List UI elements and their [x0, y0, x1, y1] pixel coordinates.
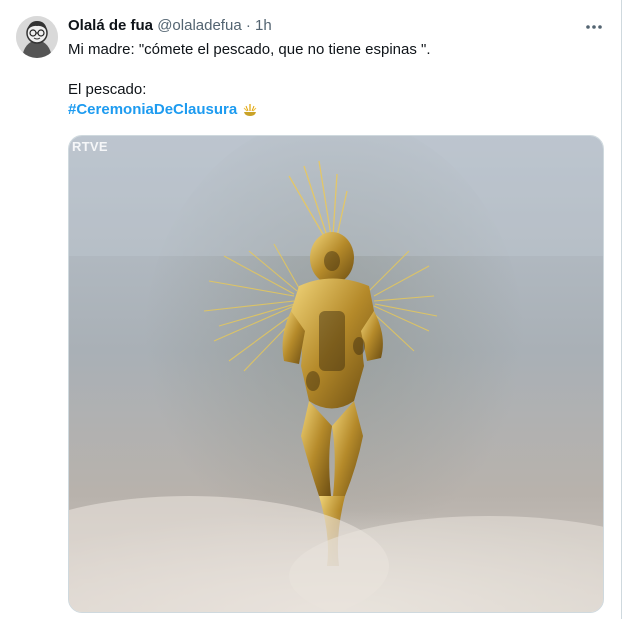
avatar[interactable]: [16, 16, 58, 58]
tweet-text-line-2: El pescado:: [68, 81, 147, 98]
author-display-name[interactable]: Olalá de fua: [68, 17, 153, 34]
tweet-media-photo[interactable]: RTVE: [68, 135, 604, 613]
more-options-icon[interactable]: [582, 18, 606, 36]
tweet-timestamp[interactable]: 1h: [255, 17, 272, 34]
tweet-text: Mi madre: "cómete el pescado, que no tie…: [68, 40, 431, 120]
tweet-text-line-1: Mi madre: "cómete el pescado, que no tie…: [68, 41, 431, 58]
author-handle[interactable]: @olaladefua: [157, 17, 241, 34]
hashtag-link[interactable]: #CeremoniaDeClausura: [68, 100, 237, 120]
hashtag-row: #CeremoniaDeClausura: [68, 100, 431, 120]
tweet-header: Olalá de fua @olaladefua · 1h: [68, 16, 272, 36]
header-separator: ·: [245, 17, 251, 34]
photo-image: [69, 136, 603, 612]
tweet[interactable]: Olalá de fua @olaladefua · 1h Mi madre: …: [0, 0, 622, 619]
torch-icon: [241, 101, 259, 119]
avatar-image: [16, 16, 58, 58]
broadcaster-watermark: RTVE: [72, 139, 108, 154]
